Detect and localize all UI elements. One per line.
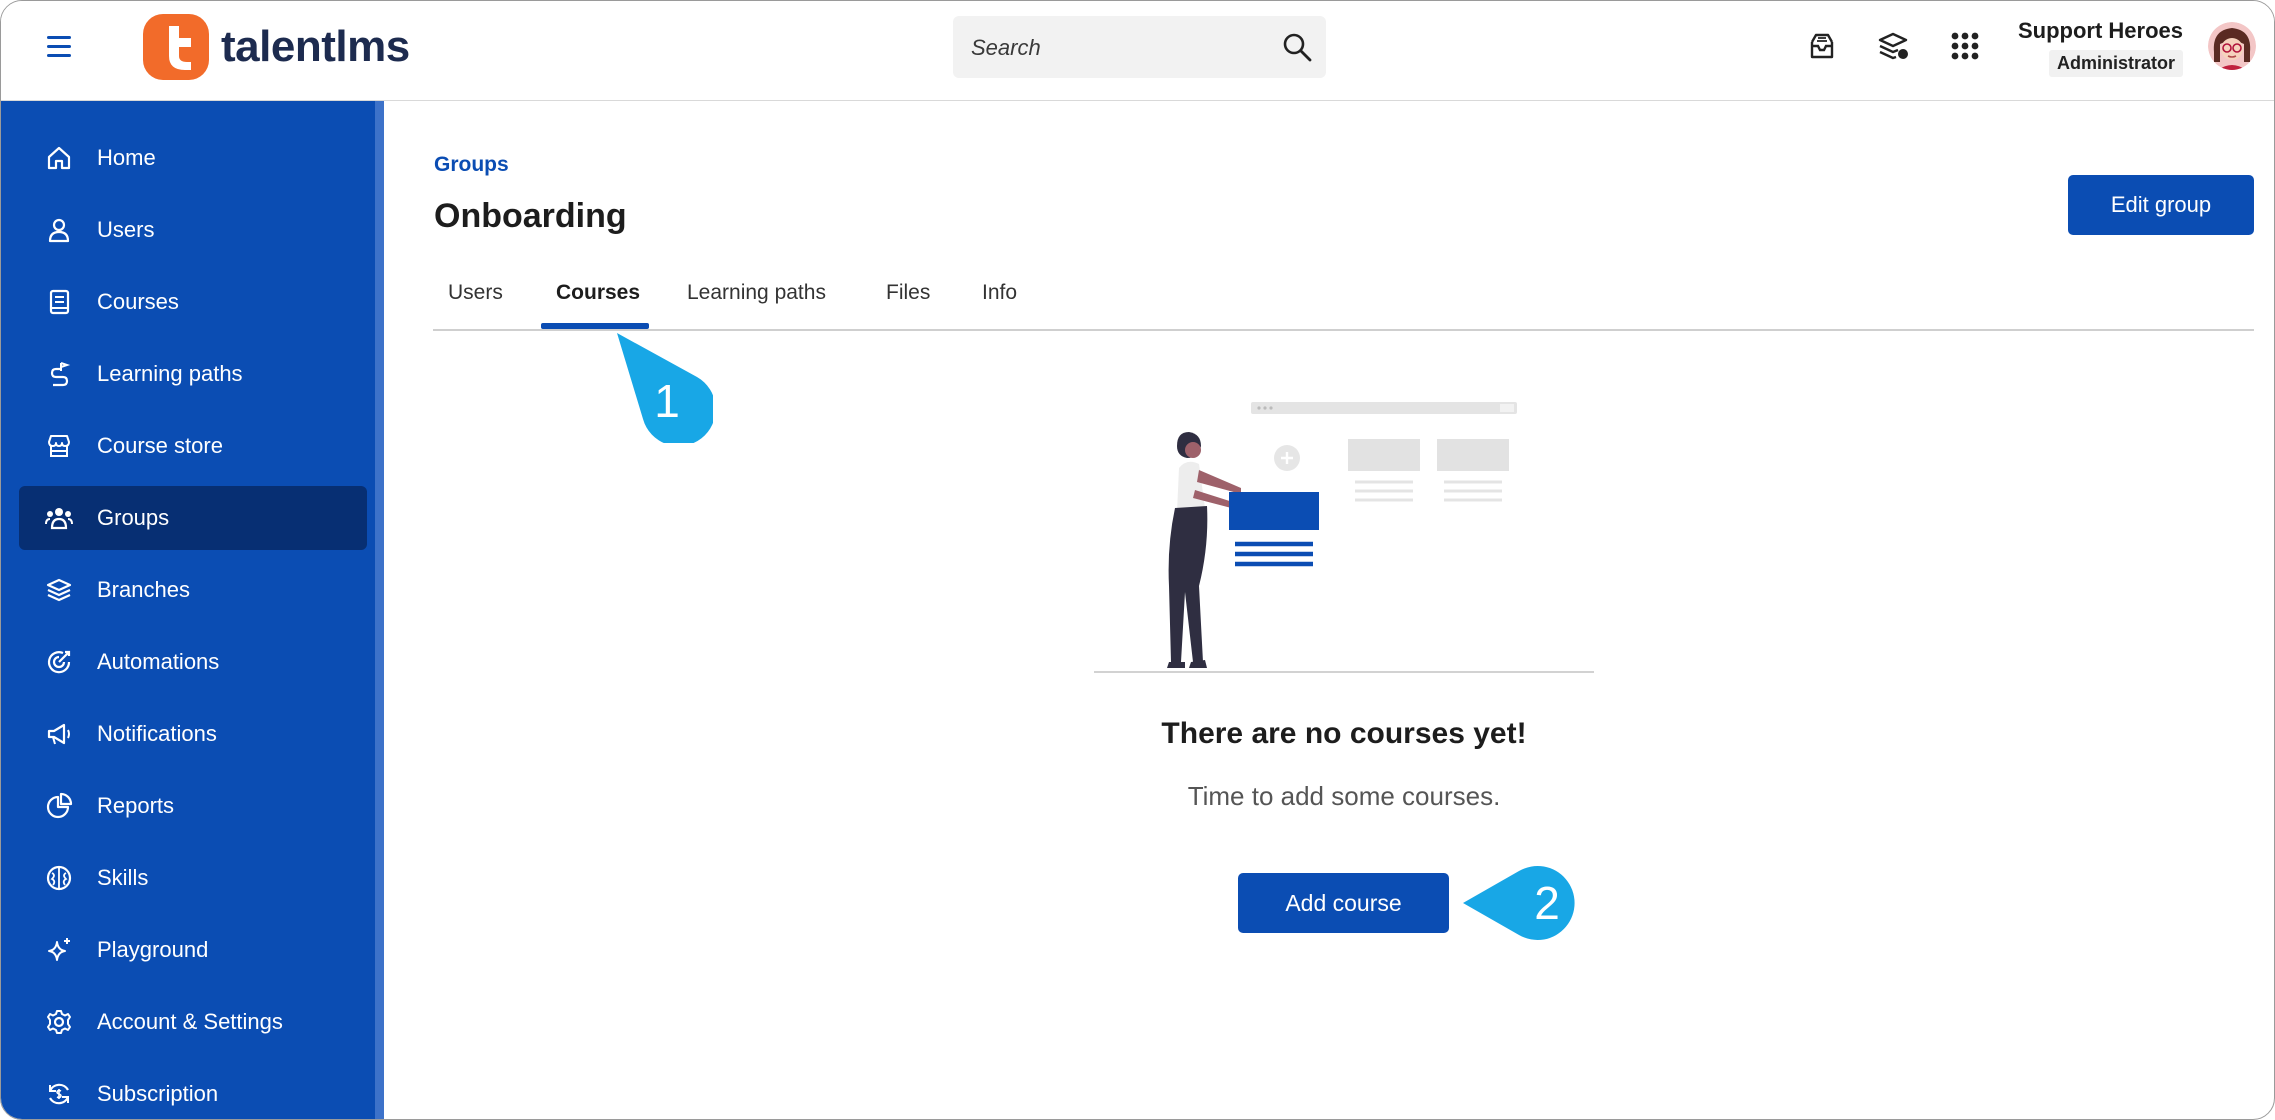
sidebar: Home Users Courses Learning paths Course…	[1, 101, 384, 1119]
sidebar-item-label: Subscription	[97, 1081, 219, 1106]
sidebar-item-label: Playground	[97, 937, 209, 962]
sidebar-item-reports[interactable]: Reports	[19, 774, 367, 838]
logo-mark-icon	[143, 14, 209, 80]
sidebar-item-label: Automations	[97, 649, 220, 674]
callout-marker-2: 2	[1463, 866, 1575, 940]
sidebar-item-label: Reports	[97, 793, 175, 818]
subscription-icon	[48, 1083, 70, 1105]
sidebar-item-groups[interactable]: Groups	[19, 486, 367, 550]
brain-icon	[46, 865, 72, 891]
sidebar-item-label: Home	[97, 145, 156, 170]
user-icon	[48, 218, 70, 243]
breadcrumb[interactable]: Groups	[434, 153, 509, 177]
automations-icon	[47, 650, 71, 674]
empty-state-title: There are no courses yet!	[1161, 717, 1527, 750]
search-input[interactable]	[969, 30, 1273, 66]
callout-number: 2	[1534, 877, 1560, 929]
empty-state-subtitle: Time to add some courses.	[1187, 781, 1501, 811]
courses-stack-icon[interactable]	[1876, 29, 1910, 63]
store-icon	[48, 435, 70, 457]
home-icon	[47, 146, 71, 170]
sidebar-item-label: Course store	[97, 433, 223, 458]
sidebar-item-playground[interactable]: Playground	[19, 918, 367, 982]
tab-users[interactable]: Users	[448, 281, 503, 305]
app-window: talentlms Su	[0, 0, 2275, 1120]
sidebar-item-skills[interactable]: Skills	[19, 846, 367, 910]
inbox-icon[interactable]	[1805, 29, 1839, 63]
sidebar-item-notifications[interactable]: Notifications	[19, 702, 367, 766]
sidebar-item-users[interactable]: Users	[19, 198, 367, 262]
book-icon	[49, 289, 70, 315]
tab-info[interactable]: Info	[982, 281, 1017, 305]
groups-icon	[45, 508, 73, 530]
sidebar-scrollbar[interactable]	[375, 101, 384, 1119]
path-icon	[50, 362, 71, 387]
sidebar-item-label: Account & Settings	[97, 1009, 283, 1034]
avatar[interactable]	[2208, 22, 2256, 70]
sidebar-item-home[interactable]: Home	[19, 126, 367, 190]
callout-marker-1: 1	[617, 333, 713, 443]
sidebar-item-label: Branches	[97, 577, 190, 602]
sidebar-item-label: Groups	[97, 505, 170, 530]
tab-courses[interactable]: Courses	[556, 281, 640, 305]
pie-chart-icon	[46, 792, 73, 819]
sparkle-icon	[48, 938, 70, 961]
logo[interactable]: talentlms	[143, 12, 410, 82]
sidebar-item-courses[interactable]: Courses	[19, 270, 367, 334]
tab-learning-paths[interactable]: Learning paths	[687, 281, 826, 305]
page-title: Onboarding	[434, 197, 627, 235]
callout-number: 1	[654, 375, 680, 427]
layers-icon	[46, 578, 72, 602]
brand-name: talentlms	[221, 22, 410, 71]
search-box[interactable]	[953, 16, 1326, 78]
sidebar-item-course-store[interactable]: Course store	[19, 414, 367, 478]
sidebar-item-label: Courses	[97, 289, 179, 314]
user-role-badge[interactable]: Administrator	[2048, 50, 2183, 77]
top-bar: talentlms Su	[1, 1, 2274, 101]
apps-grid-icon[interactable]	[1948, 29, 1982, 63]
sidebar-item-branches[interactable]: Branches	[19, 558, 367, 622]
sidebar-item-subscription[interactable]: Subscription	[19, 1062, 367, 1119]
sidebar-item-label: Skills	[97, 865, 149, 890]
empty-state-illustration	[1094, 402, 1594, 673]
sidebar-item-label: Users	[97, 217, 155, 242]
gear-icon	[47, 1010, 71, 1034]
menu-icon[interactable]	[47, 36, 75, 60]
sidebar-item-automations[interactable]: Automations	[19, 630, 367, 694]
sidebar-item-learning-paths[interactable]: Learning paths	[19, 342, 367, 406]
search-icon[interactable]	[1282, 32, 1312, 62]
add-course-button[interactable]: Add course	[1238, 873, 1449, 933]
sidebar-item-label: Learning paths	[97, 361, 243, 386]
tab-files[interactable]: Files	[886, 281, 930, 305]
edit-group-button[interactable]: Edit group	[2068, 175, 2254, 235]
megaphone-icon	[47, 723, 70, 745]
sidebar-item-account-settings[interactable]: Account & Settings	[19, 990, 367, 1054]
user-name[interactable]: Support Heroes	[2018, 18, 2183, 44]
sidebar-item-label: Notifications	[97, 721, 217, 746]
